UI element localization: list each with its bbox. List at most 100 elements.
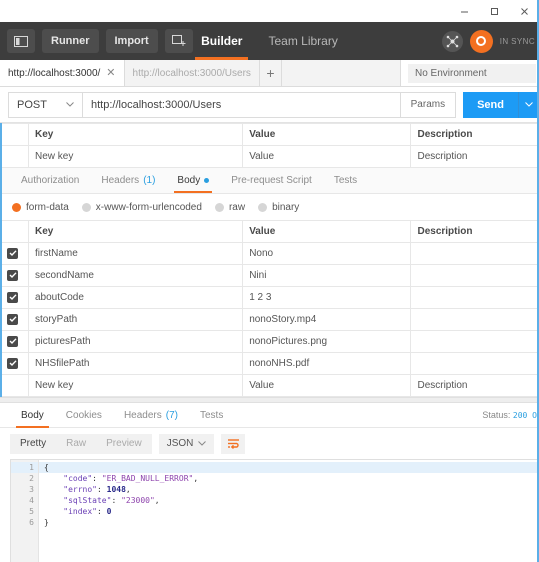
radio-form-data[interactable]: form-data [12,202,69,213]
tab-label: Headers [123,409,162,421]
new-description-input[interactable]: Description [410,145,539,168]
close-icon[interactable] [509,0,539,22]
tab-body[interactable]: Body [166,167,220,193]
radio-urlencoded[interactable]: x-www-form-urlencoded [81,202,202,213]
table-row[interactable]: New key Value Description [0,374,539,397]
environment-selector-wrap: No Environment [400,60,539,86]
response-tab-body[interactable]: Body [10,403,55,428]
tab-team-library[interactable]: Team Library [268,22,337,60]
table-row[interactable]: secondName Nini [0,264,539,287]
new-window-icon[interactable] [164,29,193,53]
new-value-input[interactable]: Value [242,145,412,168]
checkbox-checked-icon[interactable] [7,335,18,347]
format-selector[interactable]: JSON [158,433,215,454]
radio-raw[interactable]: raw [214,202,245,213]
row-checkbox-cell[interactable] [0,330,29,353]
row-checkbox-cell[interactable] [0,264,29,287]
url-bar: POST http://localhost:3000/Users Params … [0,87,539,123]
checkbox-checked-icon[interactable] [7,357,18,369]
row-key[interactable]: picturesPath [27,330,244,353]
table-row[interactable]: NHSfilePath nonoNHS.pdf [0,352,539,375]
row-checkbox-cell[interactable] [0,242,29,265]
row-description[interactable] [410,286,539,309]
tab-pre-request-script[interactable]: Pre-request Script [220,167,323,193]
row-key[interactable]: aboutCode [27,286,244,309]
row-value[interactable]: Nono [242,242,412,265]
table-row[interactable]: firstName Nono [0,242,539,265]
maximize-icon[interactable] [479,0,509,22]
runner-button[interactable]: Runner [42,29,99,53]
table-row[interactable]: aboutCode 1 2 3 [0,286,539,309]
line-number-gutter: 1▾ 2 3 4 5 6 [11,460,44,562]
sync-status-label: IN SYNC [499,36,535,46]
send-options-caret[interactable] [518,91,539,118]
row-key[interactable]: firstName [27,242,244,265]
tab-headers[interactable]: Headers (1) [90,167,166,193]
view-pretty[interactable]: Pretty [10,434,56,454]
sidebar-toggle-icon[interactable] [7,29,35,53]
form-data-table: Key Value Description firstName Nono sec… [0,220,539,397]
url-input[interactable]: http://localhost:3000/Users [82,91,401,118]
row-description[interactable] [410,330,539,353]
response-tab-tests[interactable]: Tests [189,403,234,428]
new-tab-button[interactable]: + [259,60,282,86]
send-button[interactable]: Send [463,91,518,118]
user-avatar-icon[interactable] [469,29,493,53]
request-tab-active[interactable]: http://localhost:3000/ ✕ [0,60,125,86]
avatar-inner [476,36,487,46]
tab-label: Cookies [65,409,102,421]
response-body-viewer[interactable]: 1▾ 2 3 4 5 6 { "code": "ER_BAD_NULL_ERRO… [10,0,539,562]
row-key[interactable]: storyPath [27,308,244,331]
header-description: Description [410,220,539,243]
view-raw[interactable]: Raw [56,434,96,454]
row-key[interactable]: secondName [27,264,244,287]
row-checkbox-cell[interactable] [0,352,29,375]
wrap-lines-icon[interactable] [221,433,246,454]
new-value-input[interactable]: Value [242,374,412,397]
row-value[interactable]: 1 2 3 [242,286,412,309]
row-value[interactable]: Nini [242,264,412,287]
tab-tests[interactable]: Tests [323,167,368,193]
tab-label: Body [21,409,44,421]
table-row[interactable]: storyPath nonoStory.mp4 [0,308,539,331]
radio-binary[interactable]: binary [258,202,299,213]
tab-builder[interactable]: Builder [195,22,249,60]
network-icon[interactable] [441,30,463,52]
chevron-down-icon [198,441,207,446]
row-description[interactable] [410,352,539,375]
tab-authorization[interactable]: Authorization [10,167,90,193]
json-code-content[interactable]: { "code": "ER_BAD_NULL_ERROR", "errno": … [39,460,539,562]
window-titlebar [0,0,539,22]
response-tab-headers[interactable]: Headers (7) [113,403,189,428]
row-description[interactable] [410,264,539,287]
table-row[interactable]: New key Value Description [0,145,539,168]
row-description[interactable] [410,242,539,265]
checkbox-checked-icon[interactable] [7,313,18,325]
new-description-input[interactable]: Description [410,374,539,397]
params-button[interactable]: Params [400,91,457,118]
table-row[interactable]: picturesPath nonoPictures.png [0,330,539,353]
checkbox-checked-icon[interactable] [7,247,18,259]
header-checkbox-col [0,220,29,243]
row-checkbox-cell[interactable] [0,286,29,309]
environment-selector[interactable]: No Environment [408,63,536,83]
new-key-input[interactable]: New key [27,145,244,168]
import-button[interactable]: Import [105,29,158,53]
row-checkbox-cell[interactable] [0,308,29,331]
checkbox-checked-icon[interactable] [7,269,18,281]
view-preview[interactable]: Preview [96,434,152,454]
close-icon[interactable]: ✕ [106,67,115,79]
new-key-input[interactable]: New key [27,374,244,397]
header-key: Key [27,123,244,146]
response-tab-cookies[interactable]: Cookies [55,403,113,428]
row-key[interactable]: NHSfilePath [27,352,244,375]
row-description[interactable] [410,308,539,331]
minimize-icon[interactable] [449,0,479,22]
row-value[interactable]: nonoPictures.png [242,330,412,353]
row-value[interactable]: nonoNHS.pdf [242,352,412,375]
row-value[interactable]: nonoStory.mp4 [242,308,412,331]
method-selector[interactable]: POST [8,91,83,118]
request-tab-inactive[interactable]: http://localhost:3000/Users [124,60,260,86]
line-number: 3 [29,485,34,494]
checkbox-checked-icon[interactable] [7,291,18,303]
